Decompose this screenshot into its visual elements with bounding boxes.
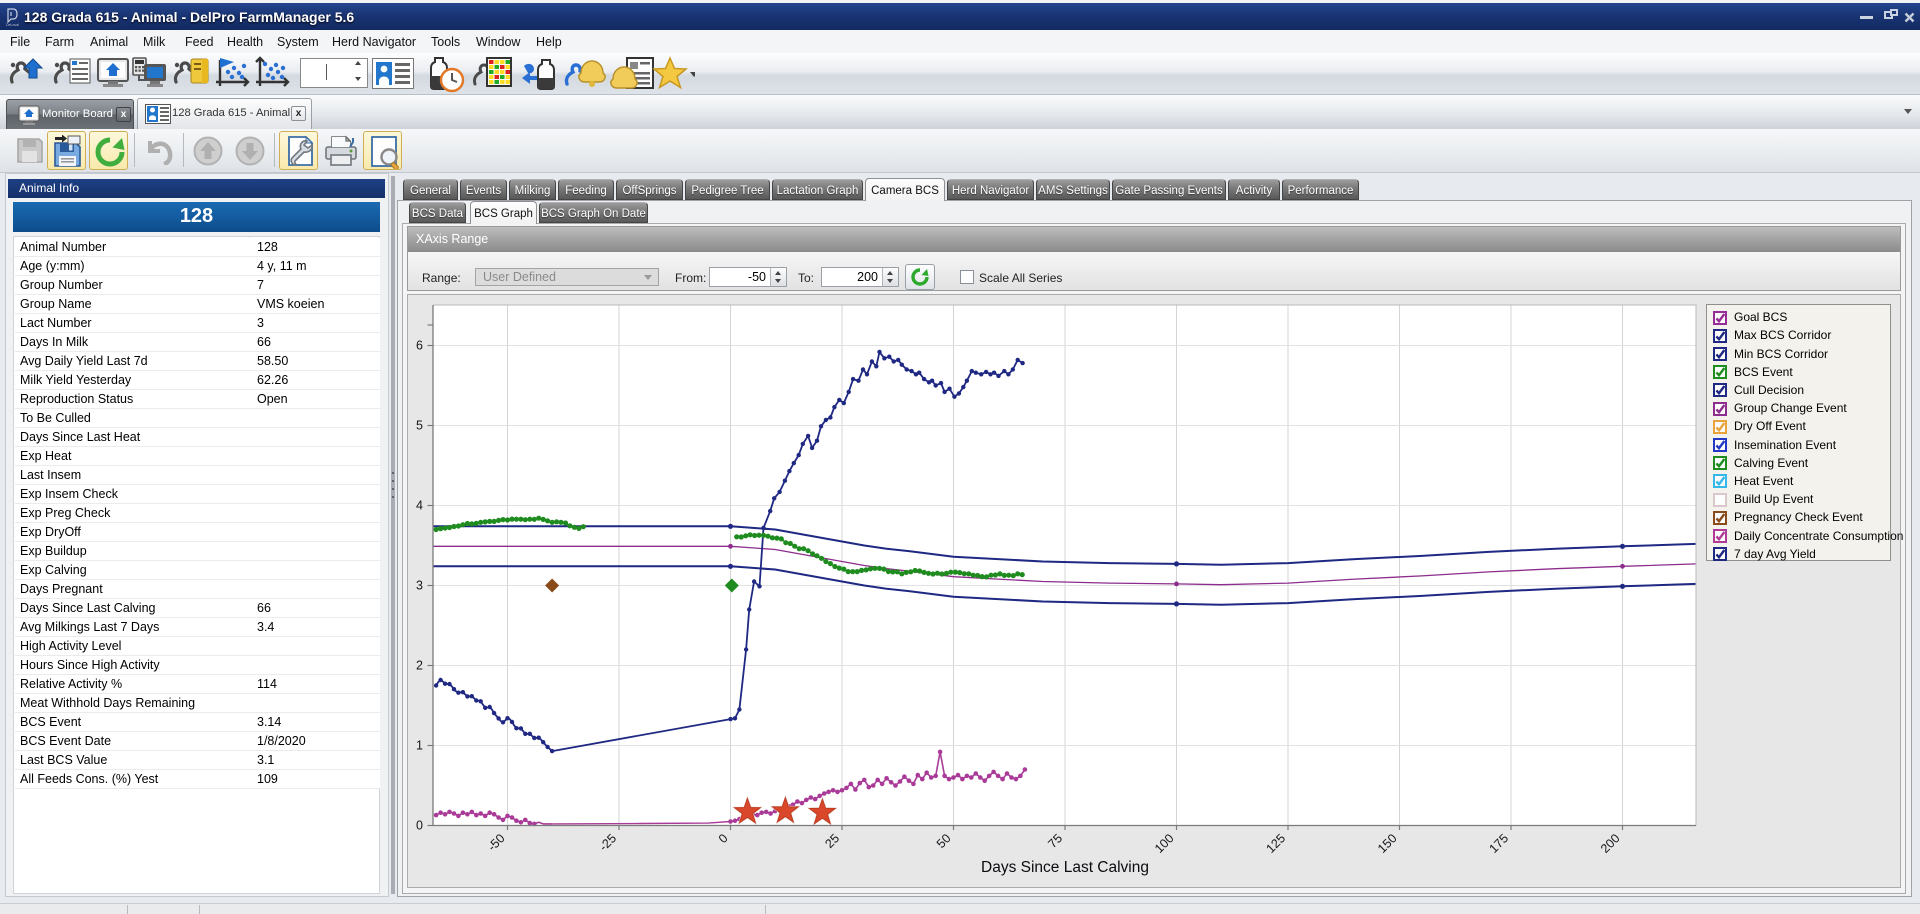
svg-text:200: 200 [1598, 831, 1623, 856]
svg-text:2: 2 [416, 659, 423, 673]
svg-text:1: 1 [416, 739, 423, 753]
svg-text:125: 125 [1263, 831, 1288, 856]
svg-text:75: 75 [1045, 831, 1065, 851]
svg-text:0: 0 [416, 819, 423, 833]
svg-text:Days Since Last Calving: Days Since Last Calving [981, 859, 1149, 876]
svg-text:4: 4 [416, 499, 423, 513]
svg-text:50: 50 [934, 831, 954, 851]
svg-text:-25: -25 [596, 831, 619, 854]
svg-text:100: 100 [1152, 831, 1177, 856]
svg-text:DeLaval: DeLaval [6, 23, 19, 27]
svg-text:25: 25 [822, 831, 842, 851]
svg-text:-50: -50 [485, 831, 508, 854]
svg-text:5: 5 [416, 419, 423, 433]
svg-text:6: 6 [416, 339, 423, 353]
svg-text:175: 175 [1486, 831, 1511, 856]
svg-text:0: 0 [716, 831, 731, 846]
svg-text:3: 3 [416, 579, 423, 593]
svg-text:150: 150 [1375, 831, 1400, 856]
